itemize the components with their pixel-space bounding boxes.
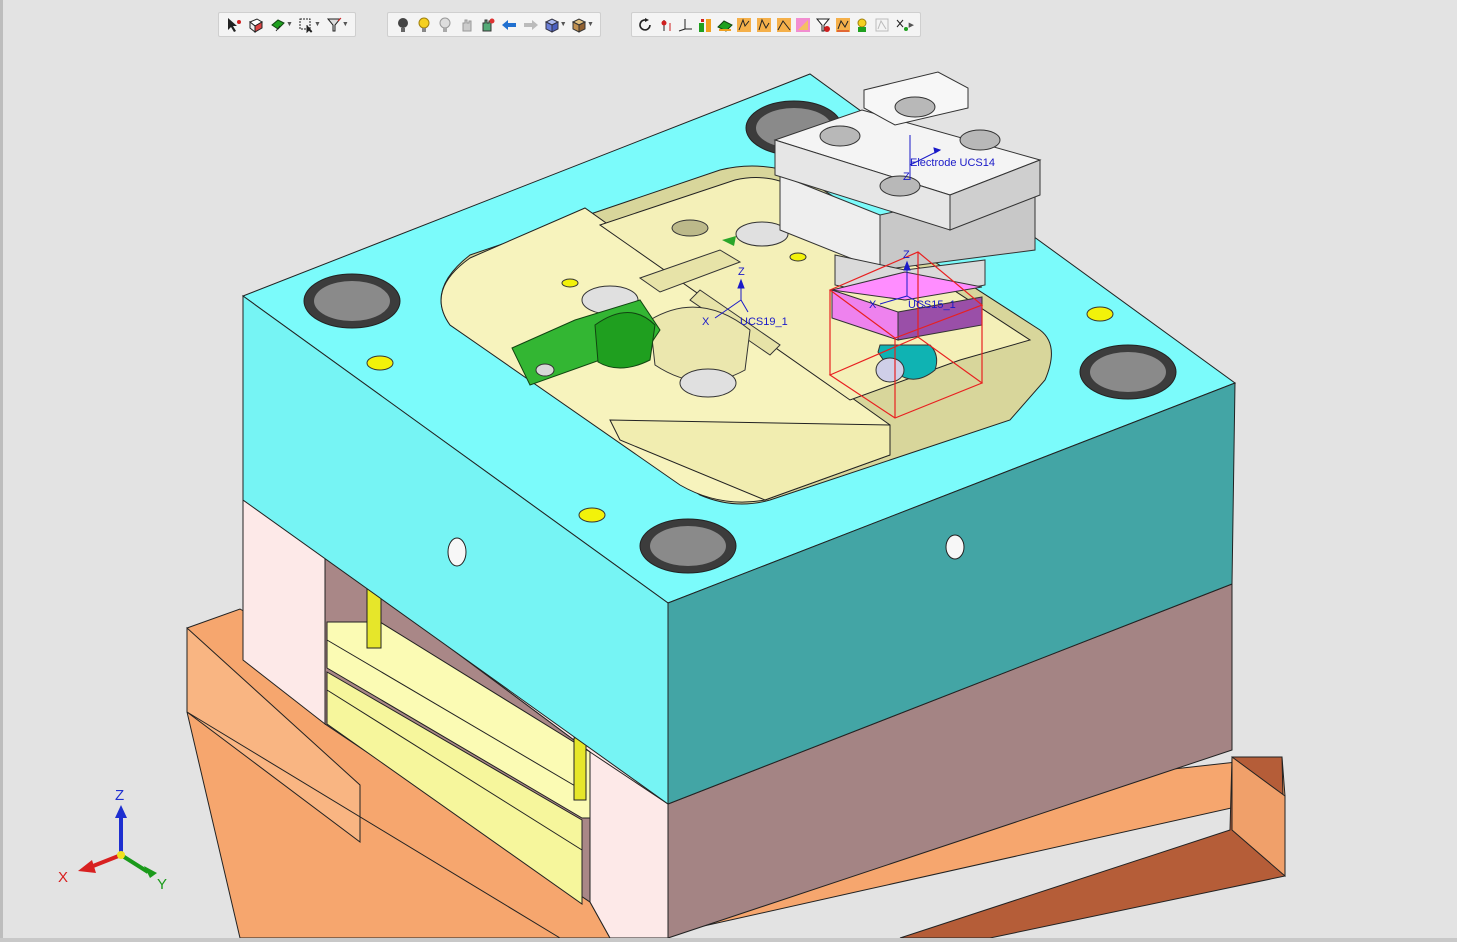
triad-y-label: Y [157,876,167,893]
viewport-bottom-border [0,938,1457,942]
dowel-mark [1086,306,1114,322]
light-bulb-dark-icon[interactable] [393,15,412,35]
part-feature [561,278,579,288]
side-hole [945,534,965,560]
view-cube-icon[interactable] [542,15,561,35]
electrode-tip-face [875,357,905,383]
sprue [679,368,737,398]
bolt-hole-front [639,518,737,574]
part-feature [789,252,807,262]
dowel-mark [366,355,394,371]
ucs19-label: UCS19_1 [740,316,788,328]
ejector-pin-right [573,737,587,801]
part-feature [671,219,709,237]
axis-triad-icon[interactable] [676,15,694,35]
electrode-report-icon[interactable] [854,15,872,35]
electrode-slot [959,129,1001,151]
ucs19-x-label: X [702,316,710,328]
box-select-icon[interactable] [296,15,316,35]
electrode-burn-icon[interactable] [795,15,813,35]
electrode-slot [894,96,936,118]
electrode-icon[interactable] [696,15,714,35]
more-tools-icon[interactable] [893,15,911,35]
graphics-viewport[interactable]: Electrode UCS14 Z Z X UCS19_1 Z X UCS15_… [0,0,1457,942]
dowel-mark [578,507,606,523]
ucs-axis-label: Z [903,171,910,183]
orientation-triad: Z X Y [58,787,167,893]
bolt-hole-left [303,273,401,329]
electrode-face-icon[interactable] [775,15,793,35]
electrode-burn-check-icon[interactable] [834,15,852,35]
mold-assembly-3d-view[interactable]: Electrode UCS14 Z Z X UCS19_1 Z X UCS15_… [0,0,1457,942]
next-view-arrow-icon[interactable] [521,15,540,35]
light-bulb-on-icon[interactable] [414,15,433,35]
ucs15-label: UCS15_1 [908,299,956,311]
side-hole [447,537,467,567]
ucs19-z-label: Z [738,266,745,278]
green-slider-face [594,312,656,369]
electrode-slot [879,175,921,197]
rotate-icon[interactable] [637,15,655,35]
ucs15-x-label: X [869,299,877,311]
triad-x-label: X [58,869,68,886]
light-bulb-off-icon[interactable] [436,15,455,35]
selection-toolbar: ▼ ▼ ▼ [218,12,356,37]
viewport-left-border [0,0,3,942]
electrode-slot [819,125,861,147]
triad-z-label: Z [115,787,124,804]
display-toolbar: ▼ ▼ [387,12,601,37]
bolt-hole-right [1079,344,1177,400]
select-face-icon[interactable] [246,15,266,35]
slider-screw [535,363,555,377]
ucs-electrode-label: Electrode UCS14 [910,157,995,169]
ucs15-z-label: Z [903,249,910,261]
electrode-profile-icon[interactable] [735,15,753,35]
electrode-holder-icon[interactable] [755,15,773,35]
render-mode-icon[interactable] [570,15,589,35]
previous-view-arrow-icon[interactable] [500,15,519,35]
electrode-sheet-icon[interactable] [814,15,832,35]
electrode-tools-toolbar: ▶ [631,12,921,37]
show-hand-icon[interactable] [478,15,497,35]
electrode-extend-icon[interactable] [716,15,734,35]
select-filter-icon[interactable] [268,15,288,35]
pick-filter-icon[interactable] [324,15,344,35]
select-cursor-icon[interactable] [224,15,244,35]
measure-point-icon[interactable] [657,15,675,35]
hide-hand-icon[interactable] [457,15,476,35]
electrode-disabled-icon[interactable] [873,15,891,35]
